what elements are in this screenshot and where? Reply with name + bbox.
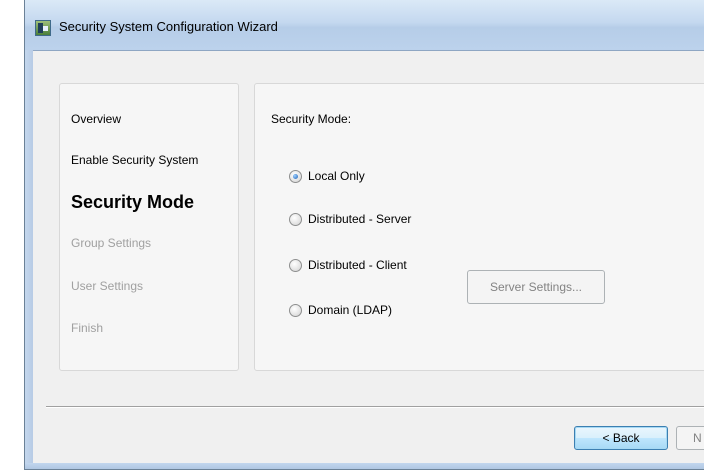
window-title: Security System Configuration Wizard [59,19,278,34]
step-security-mode: Security Mode [71,192,195,212]
radio-button-checked-icon[interactable] [289,169,302,183]
step-user-settings: User Settings [71,279,144,293]
back-button[interactable]: < Back [574,426,668,450]
radio-distributed-client-label: Distributed - Client [308,258,407,272]
radio-local-only-label: Local Only [308,169,365,183]
security-mode-panel: Security Mode: Local Only Distributed - … [254,83,704,371]
security-mode-label: Security Mode: [271,112,352,126]
window-frame-left [25,50,33,469]
radio-distributed-server[interactable]: Distributed - Server [289,211,411,227]
wizard-steps-panel: Overview Enable Security System Security… [59,83,239,371]
step-group-settings: Group Settings [71,236,152,250]
footer-divider [46,406,704,408]
wizard-client-area: Overview Enable Security System Security… [33,50,704,463]
radio-local-only[interactable]: Local Only [289,168,365,184]
step-overview: Overview [71,112,122,126]
radio-button-icon[interactable] [289,212,302,226]
next-button[interactable]: N [676,426,704,450]
radio-distributed-client[interactable]: Distributed - Client [289,257,407,273]
radio-button-icon[interactable] [289,303,302,317]
app-icon [35,20,51,36]
radio-distributed-server-label: Distributed - Server [308,212,412,226]
title-bar[interactable]: Security System Configuration Wizard [25,0,704,50]
wizard-window: Security System Configuration Wizard Ove… [24,0,704,470]
server-settings-button[interactable]: Server Settings... [467,270,605,304]
step-finish: Finish [71,321,104,335]
radio-button-icon[interactable] [289,258,302,272]
step-enable-security-system: Enable Security System [71,153,199,167]
radio-domain-ldap[interactable]: Domain (LDAP) [289,302,392,318]
radio-domain-ldap-label: Domain (LDAP) [308,303,393,317]
window-frame-bottom [25,463,704,469]
